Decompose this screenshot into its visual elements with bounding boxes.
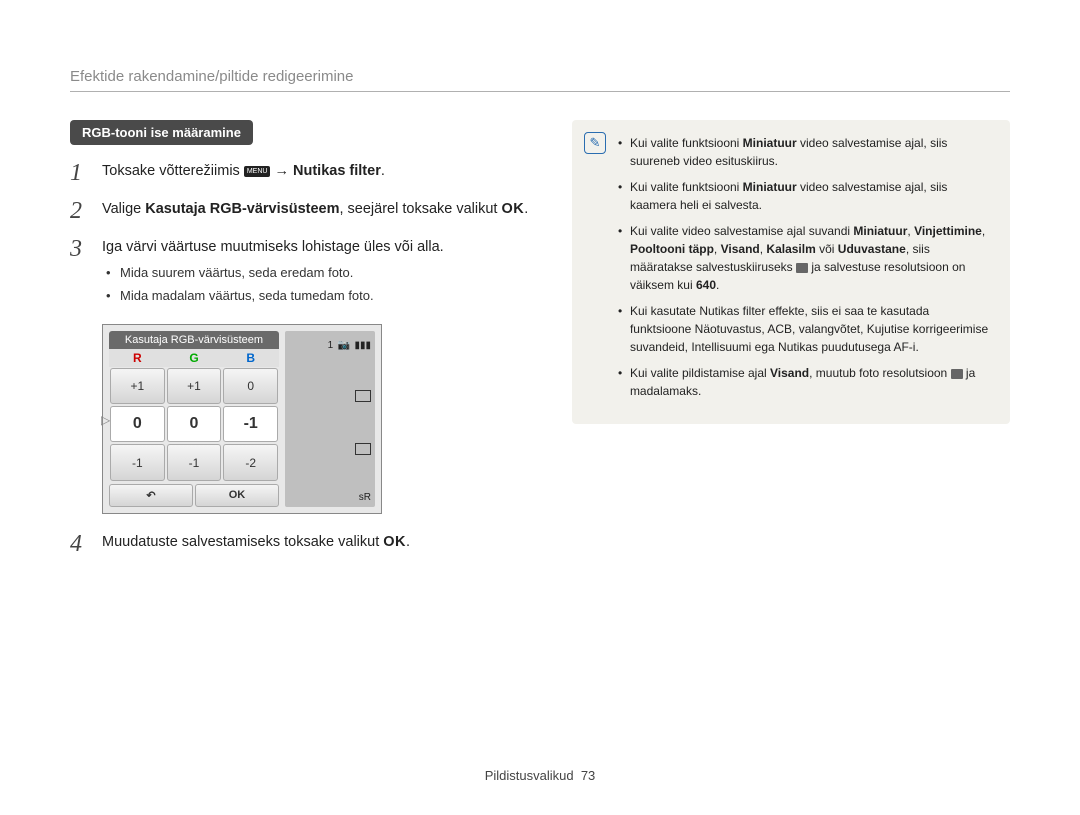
rgb-cell[interactable]: -1 — [167, 444, 222, 480]
bold-text: Visand — [721, 242, 760, 256]
ok-icon: OK — [502, 201, 525, 217]
text: , seejärel toksake valikut — [340, 201, 502, 217]
text: . — [381, 163, 385, 179]
rgb-head: R G B — [109, 349, 279, 367]
info-icon: ✎ — [584, 132, 606, 154]
step-number: 3 — [70, 237, 92, 261]
rgb-cell[interactable]: 0 — [110, 406, 165, 442]
ok-icon: OK — [383, 534, 406, 550]
rgb-row[interactable]: +1 +1 0 — [109, 367, 279, 405]
arrow: → — [270, 163, 293, 179]
rgb-cell[interactable]: -2 — [223, 444, 278, 480]
bold-text: Vinjettimine — [914, 224, 982, 238]
rate-icon — [796, 263, 808, 273]
note-box: ✎ Kui valite funktsiooni Miniatuur video… — [572, 120, 1010, 424]
rgb-cell[interactable]: 0 — [167, 406, 222, 442]
rgb-rows: +1 +1 0 0 0 -1 -1 -1 -2 — [109, 367, 279, 482]
text: Kui valite video salvestamise ajal suvan… — [630, 224, 853, 238]
rgb-head-r: R — [109, 349, 166, 367]
step-4: 4 Muudatuste salvestamiseks toksake vali… — [70, 532, 538, 556]
left-column: RGB-tooni ise määramine 1 Toksake võtter… — [70, 120, 538, 570]
res-icon — [951, 369, 963, 379]
text: . — [524, 201, 528, 217]
page-header: Efektide rakendamine/piltide redigeerimi… — [70, 68, 1010, 92]
bold-text: Nutikas filter — [293, 163, 381, 179]
note-item: Kui valite pildistamise ajal Visand, muu… — [618, 364, 992, 400]
text: Toksake võtterežiimis — [102, 163, 244, 179]
text: Muudatuste salvestamiseks toksake valiku… — [102, 534, 383, 550]
text: Iga värvi väärtuse muutmiseks lohistage … — [102, 239, 444, 255]
text: Kui valite funktsiooni — [630, 136, 743, 150]
rgb-cell[interactable]: +1 — [110, 368, 165, 404]
bullet-item: Mida suurem väärtus, seda eredam foto. — [120, 264, 444, 283]
step-number: 4 — [70, 532, 92, 556]
step-body: Muudatuste salvestamiseks toksake valiku… — [102, 532, 410, 553]
step-body: Valige Kasutaja RGB-värvisüsteem, seejär… — [102, 199, 528, 220]
right-column: ✎ Kui valite funktsiooni Miniatuur video… — [572, 120, 1010, 570]
back-button[interactable]: ↶ — [109, 484, 193, 507]
section-pill: RGB-tooni ise määramine — [70, 120, 253, 145]
note-list: Kui valite funktsiooni Miniatuur video s… — [618, 134, 992, 400]
step-2: 2 Valige Kasutaja RGB-värvisüsteem, seej… — [70, 199, 538, 223]
text: , muutub foto resolutsioon — [809, 366, 950, 380]
bold-text: Visand — [770, 366, 809, 380]
text: Kui valite funktsiooni — [630, 180, 743, 194]
sub-bullets: Mida suurem väärtus, seda eredam foto. M… — [102, 264, 444, 306]
note-item: Kui valite video salvestamise ajal suvan… — [618, 222, 992, 294]
step-body: Iga värvi väärtuse muutmiseks lohistage … — [102, 237, 444, 310]
step-1: 1 Toksake võtterežiimis MENU → Nutikas f… — [70, 161, 538, 185]
bullet-item: Mida madalam väärtus, seda tumedam foto. — [120, 287, 444, 306]
bold-text: 640 — [696, 278, 716, 292]
note-item: Kui kasutate Nutikas filter effekte, sii… — [618, 302, 992, 356]
page-footer: Pildistusvalikud 73 — [0, 768, 1080, 783]
bold-text: Kalasilm — [766, 242, 815, 256]
rgb-cell[interactable]: -1 — [110, 444, 165, 480]
menu-icon: MENU — [244, 166, 271, 177]
bold-text: Uduvastane — [838, 242, 906, 256]
ok-button[interactable]: OK — [195, 484, 279, 507]
footer-section: Pildistusvalikud — [485, 768, 574, 783]
bold-text: Miniatuur — [743, 180, 797, 194]
content-columns: RGB-tooni ise määramine 1 Toksake võtter… — [70, 120, 1010, 570]
bold-text: Kasutaja RGB-värvisüsteem — [145, 201, 339, 217]
note-item: Kui valite funktsiooni Miniatuur video s… — [618, 178, 992, 214]
text: või — [816, 242, 838, 256]
face-icon — [355, 390, 371, 402]
rgb-side-indicators: 1 📷 ▮▮▮ sR — [285, 331, 375, 507]
text: . — [716, 278, 719, 292]
mode-icon — [355, 443, 371, 455]
indicator-top: 1 📷 ▮▮▮ — [328, 335, 371, 353]
rgb-cell[interactable]: +1 — [167, 368, 222, 404]
text: Kui valite pildistamise ajal — [630, 366, 770, 380]
rgb-grid: Kasutaja RGB-värvisüsteem R G B +1 +1 0 … — [109, 331, 279, 507]
rgb-cell[interactable]: -1 — [223, 406, 278, 442]
rgb-footer: ↶ OK — [109, 484, 279, 507]
bold-text: Pooltooni täpp — [630, 242, 714, 256]
pointer-icon: ▷ — [101, 413, 110, 427]
text: , — [982, 224, 985, 238]
step-number: 2 — [70, 199, 92, 223]
text: , — [714, 242, 721, 256]
step-3: 3 Iga värvi väärtuse muutmiseks lohistag… — [70, 237, 538, 310]
rgb-row-selected[interactable]: 0 0 -1 — [109, 405, 279, 443]
indicator-number: 1 — [328, 340, 334, 351]
rgb-row[interactable]: -1 -1 -2 — [109, 443, 279, 481]
battery-icon: ▮▮▮ — [354, 340, 371, 351]
step-number: 1 — [70, 161, 92, 185]
note-item: Kui valite funktsiooni Miniatuur video s… — [618, 134, 992, 170]
sr-label: sR — [359, 492, 371, 503]
rgb-head-b: B — [222, 349, 279, 367]
step-body: Toksake võtterežiimis MENU → Nutikas fil… — [102, 161, 385, 182]
rgb-title: Kasutaja RGB-värvisüsteem — [109, 331, 279, 349]
rgb-cell[interactable]: 0 — [223, 368, 278, 404]
steps-list: 1 Toksake võtterežiimis MENU → Nutikas f… — [70, 161, 538, 310]
page-number: 73 — [581, 768, 595, 783]
bold-text: Miniatuur — [743, 136, 797, 150]
camera-icon: 📷 — [338, 340, 350, 351]
bold-text: Miniatuur — [853, 224, 907, 238]
rgb-panel: ▷ Kasutaja RGB-värvisüsteem R G B +1 +1 … — [102, 324, 382, 514]
rgb-head-g: G — [166, 349, 223, 367]
text: . — [406, 534, 410, 550]
text: Valige — [102, 201, 145, 217]
